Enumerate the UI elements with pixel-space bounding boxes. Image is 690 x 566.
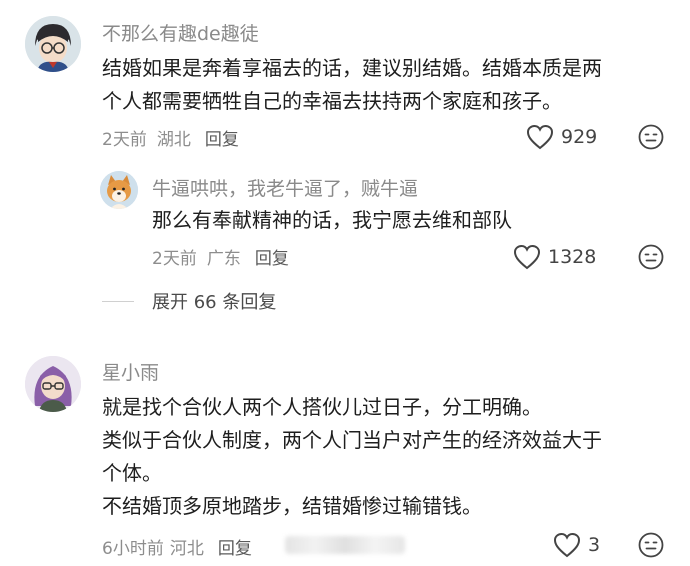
comment-text-line: 个体。 (102, 461, 162, 485)
purple-hair-girl-avatar-image (25, 356, 81, 412)
blurred-watermark (285, 536, 405, 554)
divider-line (102, 300, 134, 302)
avatar[interactable] (25, 356, 81, 412)
like-count: 929 (561, 126, 598, 148)
heart-outline-icon (526, 124, 554, 150)
dislike-button[interactable] (638, 532, 664, 562)
like-button[interactable]: 1328 (513, 244, 596, 270)
comment-text-line: 结婚如果是奔着享福去的话，建议别结婚。结婚本质是两 (102, 56, 602, 80)
comment-text-line: 个人都需要牺牲自己的幸福去扶持两个家庭和孩子。 (102, 89, 562, 113)
dislike-button[interactable] (638, 124, 664, 154)
reply-button[interactable]: 回复 (255, 244, 289, 269)
neutral-face-icon (638, 532, 664, 558)
neutral-face-icon (638, 244, 664, 270)
comment-text-line: 那么有奉献精神的话，我宁愿去维和部队 (152, 208, 512, 232)
like-count: 1328 (548, 246, 597, 268)
comment-location: 广东 (206, 249, 241, 269)
expand-replies-button[interactable]: 展开 66 条回复 (102, 288, 276, 314)
comment-meta: 2天前 湖北 回复 (102, 125, 239, 150)
heart-outline-icon (513, 244, 541, 270)
avatar[interactable] (25, 16, 81, 72)
neutral-face-icon (638, 124, 664, 150)
comment-location: 河北 (169, 539, 204, 559)
dislike-button[interactable] (638, 244, 664, 274)
reply-button[interactable]: 回复 (205, 125, 239, 150)
comment-username[interactable]: 不那么有趣de趣徒 (102, 19, 259, 46)
comment-meta: 2天前 广东 回复 (152, 244, 289, 269)
comment-time: 6小时前 (102, 539, 164, 559)
comment-time: 2天前 (102, 130, 147, 150)
expand-replies-label: 展开 66 条回复 (152, 292, 277, 313)
comment-username[interactable]: 星小雨 (102, 358, 159, 385)
comment-meta: 6小时前 河北 回复 (102, 534, 252, 559)
avatar[interactable] (100, 171, 138, 209)
reply-button[interactable]: 回复 (218, 534, 252, 559)
anime-boy-avatar-image (25, 16, 81, 72)
shiba-dog-avatar-image (100, 171, 138, 209)
comment-text-line: 类似于合伙人制度，两个人门当户对产生的经济效益大于 (102, 428, 602, 452)
comment-text-line: 就是找个合伙人两个人搭伙儿过日子，分工明确。 (102, 395, 542, 419)
comment-time: 2天前 (152, 249, 197, 269)
comment-username[interactable]: 牛逼哄哄，我老牛逼了，贼牛逼 (152, 174, 418, 201)
comment-text-line: 不结婚顶多原地踏步，结错婚惨过输错钱。 (102, 494, 482, 518)
comment-location: 湖北 (156, 130, 191, 150)
heart-outline-icon (553, 532, 581, 558)
like-button[interactable]: 929 (526, 124, 597, 150)
like-button[interactable]: 3 (553, 532, 600, 558)
like-count: 3 (588, 534, 601, 556)
